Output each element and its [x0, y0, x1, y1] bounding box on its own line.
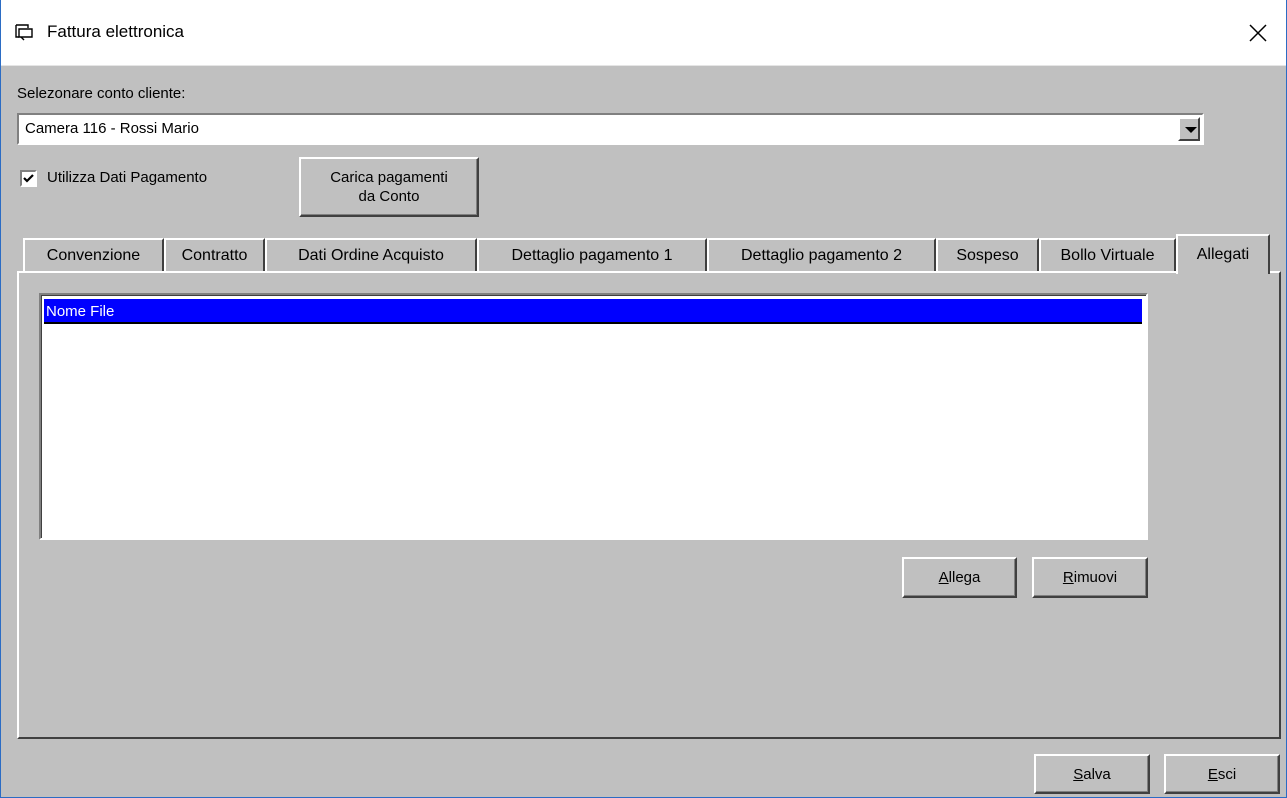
tab-dati-ordine-acquisto[interactable]: Dati Ordine Acquisto: [265, 238, 477, 271]
checkmark-icon: [23, 174, 34, 183]
tab-label: Convenzione: [46, 246, 141, 264]
tab-label: Bollo Virtuale: [1060, 246, 1155, 264]
tab-label: Dati Ordine Acquisto: [298, 246, 444, 264]
attach-button[interactable]: Allega: [902, 557, 1017, 598]
client-select[interactable]: Camera 116 - Rossi Mario: [17, 113, 1204, 145]
exit-label: Esci: [1207, 765, 1237, 783]
title-bar: Fattura elettronica: [0, 0, 1287, 66]
window-icon: [14, 22, 36, 42]
tab-dettaglio-pagamento-1[interactable]: Dettaglio pagamento 1: [477, 238, 707, 271]
tab-convenzione[interactable]: Convenzione: [23, 238, 164, 271]
attach-label: Allega: [938, 569, 981, 586]
save-button[interactable]: Salva: [1034, 754, 1150, 794]
tab-label: Allegati: [1196, 246, 1250, 263]
load-payments-line1: Carica pagamenti: [330, 169, 448, 186]
tab-label: Dettaglio pagamento 1: [511, 246, 673, 264]
tab-label: Contratto: [181, 246, 248, 264]
tab-bollo-virtuale[interactable]: Bollo Virtuale: [1039, 238, 1176, 271]
use-payment-label: Utilizza Dati Pagamento: [47, 169, 208, 186]
attachments-list[interactable]: Nome File: [39, 293, 1148, 540]
remove-button[interactable]: Rimuovi: [1032, 557, 1148, 598]
tab-dettaglio-pagamento-2[interactable]: Dettaglio pagamento 2: [707, 238, 936, 271]
tab-allegati[interactable]: Allegati: [1176, 234, 1270, 274]
tab-contratto[interactable]: Contratto: [164, 238, 265, 271]
chevron-down-icon[interactable]: [1178, 117, 1200, 141]
load-payments-button[interactable]: Carica pagamenti da Conto: [299, 157, 479, 217]
remove-label: Rimuovi: [1062, 569, 1118, 586]
tab-sospeso[interactable]: Sospeso: [936, 238, 1039, 271]
client-label: Selezonare conto cliente:: [17, 85, 186, 102]
load-payments-line2: da Conto: [358, 188, 420, 205]
close-icon: [1249, 24, 1267, 42]
save-label: Salva: [1073, 765, 1111, 783]
client-select-value: Camera 116 - Rossi Mario: [25, 120, 199, 137]
tab-label: Dettaglio pagamento 2: [741, 246, 902, 264]
window-title: Fattura elettronica: [47, 22, 185, 41]
close-button[interactable]: [1235, 10, 1281, 56]
list-header-nome-file[interactable]: Nome File: [44, 299, 1142, 324]
tab-label: Sospeso: [956, 246, 1019, 264]
exit-button[interactable]: Esci: [1164, 754, 1280, 794]
use-payment-checkbox[interactable]: [20, 170, 37, 187]
